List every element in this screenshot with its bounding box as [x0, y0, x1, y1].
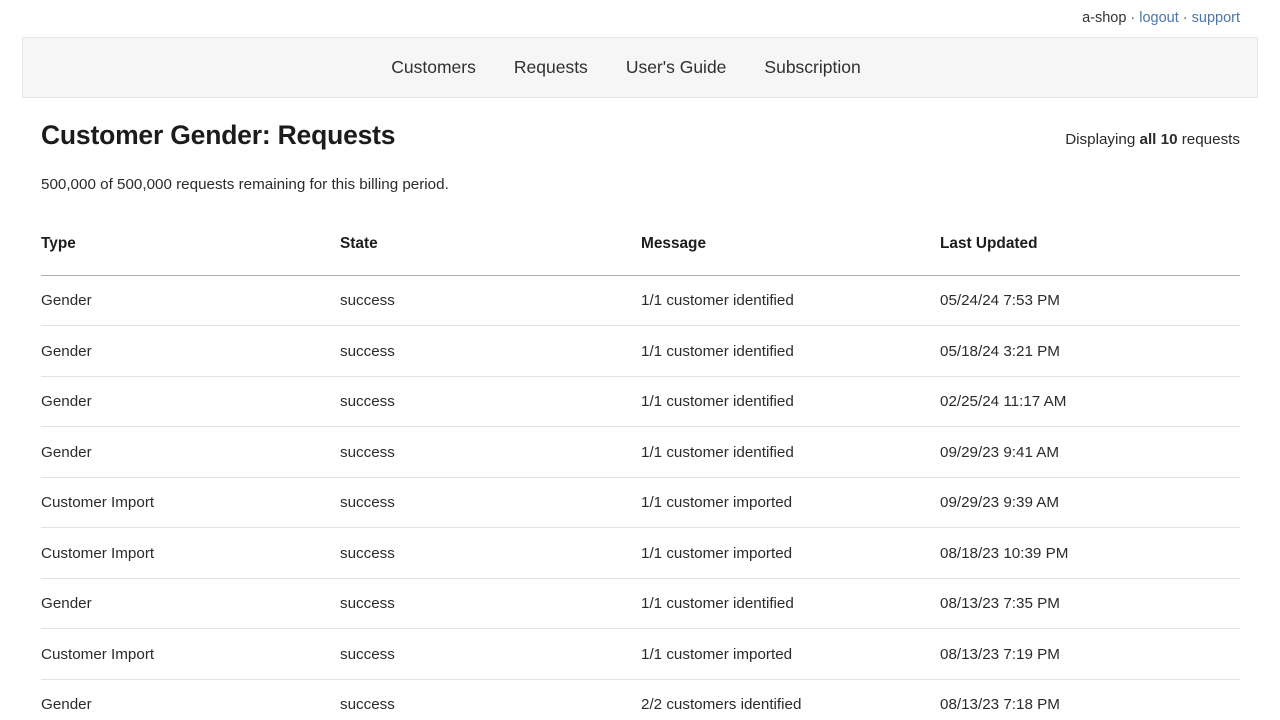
request-type-cell: Gender [41, 275, 340, 326]
request-state-cell: success [340, 427, 641, 478]
request-last-updated-cell: 08/18/23 10:39 PM [940, 528, 1240, 579]
request-last-updated-cell: 05/18/24 3:21 PM [940, 326, 1240, 377]
request-last-updated-cell: 09/29/23 9:41 AM [940, 427, 1240, 478]
request-last-updated-cell: 05/24/24 7:53 PM [940, 275, 1240, 326]
table-row[interactable]: Customer Importsuccess1/1 customer impor… [41, 629, 1240, 680]
shop-name: a-shop [1082, 11, 1126, 26]
column-header-last-updated: Last Updated [940, 235, 1240, 276]
displaying-prefix: Displaying [1065, 131, 1139, 148]
request-state-cell: success [340, 679, 641, 720]
request-message-cell: 1/1 customer imported [641, 477, 940, 528]
request-message-cell: 1/1 customer imported [641, 629, 940, 680]
request-type-cell: Gender [41, 578, 340, 629]
table-body: Gendersuccess1/1 customer identified05/2… [41, 275, 1240, 720]
title-row: Customer Gender: Requests Displaying all… [0, 120, 1280, 152]
displaying-count: Displaying all 10 requests [1065, 131, 1240, 150]
requests-table-wrapper: Type State Message Last Updated Gendersu… [0, 235, 1280, 720]
displaying-suffix: requests [1178, 131, 1240, 148]
request-type-cell: Gender [41, 376, 340, 427]
request-state-cell: success [340, 275, 641, 326]
request-type-cell: Gender [41, 427, 340, 478]
main-navigation: Customers Requests User's Guide Subscrip… [22, 37, 1258, 98]
request-type-cell: Gender [41, 326, 340, 377]
table-row[interactable]: Gendersuccess1/1 customer identified08/1… [41, 578, 1240, 629]
table-header-row: Type State Message Last Updated [41, 235, 1240, 276]
nav-item-requests[interactable]: Requests [514, 51, 626, 84]
request-last-updated-cell: 09/29/23 9:39 AM [940, 477, 1240, 528]
request-type-cell: Customer Import [41, 477, 340, 528]
request-last-updated-cell: 08/13/23 7:35 PM [940, 578, 1240, 629]
request-state-cell: success [340, 477, 641, 528]
request-state-cell: success [340, 629, 641, 680]
quota-text: 500,000 of 500,000 requests remaining fo… [0, 176, 1280, 193]
request-message-cell: 2/2 customers identified [641, 679, 940, 720]
request-type-cell: Customer Import [41, 528, 340, 579]
main-content: Customer Gender: Requests Displaying all… [0, 98, 1280, 720]
table-row[interactable]: Customer Importsuccess1/1 customer impor… [41, 477, 1240, 528]
page-title: Customer Gender: Requests [41, 120, 395, 152]
nav-items: Customers Requests User's Guide Subscrip… [391, 51, 860, 84]
column-header-message: Message [641, 235, 940, 276]
request-last-updated-cell: 08/13/23 7:19 PM [940, 629, 1240, 680]
column-header-state: State [340, 235, 641, 276]
request-type-cell: Customer Import [41, 629, 340, 680]
table-row[interactable]: Gendersuccess2/2 customers identified08/… [41, 679, 1240, 720]
nav-item-customers[interactable]: Customers [391, 51, 514, 84]
request-message-cell: 1/1 customer imported [641, 528, 940, 579]
request-state-cell: success [340, 326, 641, 377]
support-link[interactable]: support [1192, 11, 1240, 26]
table-row[interactable]: Gendersuccess1/1 customer identified05/1… [41, 326, 1240, 377]
request-message-cell: 1/1 customer identified [641, 275, 940, 326]
table-row[interactable]: Gendersuccess1/1 customer identified05/2… [41, 275, 1240, 326]
account-separator-1: · [1130, 11, 1135, 26]
request-message-cell: 1/1 customer identified [641, 427, 940, 478]
request-state-cell: success [340, 376, 641, 427]
table-header: Type State Message Last Updated [41, 235, 1240, 276]
request-last-updated-cell: 02/25/24 11:17 AM [940, 376, 1240, 427]
logout-link[interactable]: logout [1139, 11, 1179, 26]
table-row[interactable]: Gendersuccess1/1 customer identified09/2… [41, 427, 1240, 478]
nav-item-subscription[interactable]: Subscription [764, 51, 860, 84]
nav-item-users-guide[interactable]: User's Guide [626, 51, 765, 84]
column-header-type: Type [41, 235, 340, 276]
request-message-cell: 1/1 customer identified [641, 326, 940, 377]
request-message-cell: 1/1 customer identified [641, 376, 940, 427]
account-separator-2: · [1183, 11, 1188, 26]
request-state-cell: success [340, 528, 641, 579]
account-bar: a-shop · logout · support [0, 0, 1280, 37]
displaying-count-value: all 10 [1140, 131, 1178, 148]
request-last-updated-cell: 08/13/23 7:18 PM [940, 679, 1240, 720]
request-state-cell: success [340, 578, 641, 629]
page-root: a-shop · logout · support Customers Requ… [0, 0, 1280, 720]
request-type-cell: Gender [41, 679, 340, 720]
table-row[interactable]: Gendersuccess1/1 customer identified02/2… [41, 376, 1240, 427]
requests-table: Type State Message Last Updated Gendersu… [41, 235, 1240, 720]
request-message-cell: 1/1 customer identified [641, 578, 940, 629]
table-row[interactable]: Customer Importsuccess1/1 customer impor… [41, 528, 1240, 579]
